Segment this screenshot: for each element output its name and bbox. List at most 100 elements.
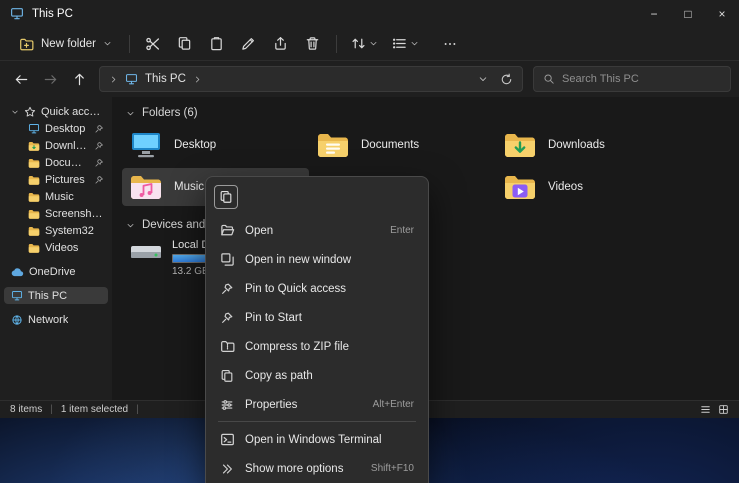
toolbar-divider bbox=[129, 35, 130, 53]
back-arrow-icon bbox=[14, 72, 29, 87]
this-pc-icon bbox=[125, 73, 138, 85]
view-toggles bbox=[700, 404, 729, 415]
cut-button[interactable] bbox=[138, 30, 168, 58]
forward-button[interactable] bbox=[37, 66, 64, 92]
share-button[interactable] bbox=[266, 30, 296, 58]
sidebar-item-downloads[interactable]: Downloads bbox=[4, 137, 108, 154]
search-input[interactable] bbox=[562, 73, 721, 85]
sidebar-item-label: Screenshots bbox=[45, 208, 104, 220]
chevron-down-icon bbox=[11, 108, 19, 116]
sidebar-item-desktop[interactable]: Desktop bbox=[4, 120, 108, 137]
toolbar-divider bbox=[336, 35, 337, 53]
menu-item-properties[interactable]: Properties Alt+Enter bbox=[211, 390, 423, 419]
sidebar-item-this-pc[interactable]: This PC bbox=[4, 287, 108, 304]
more-options-button[interactable] bbox=[435, 30, 465, 58]
new-folder-label: New folder bbox=[41, 38, 96, 50]
folder-tile-documents[interactable]: Documents bbox=[309, 126, 496, 164]
rename-button[interactable] bbox=[234, 30, 264, 58]
menu-item-open[interactable]: Open Enter bbox=[211, 216, 423, 245]
sidebar-item-label: OneDrive bbox=[29, 266, 75, 278]
folder-icon bbox=[28, 192, 40, 202]
sidebar-item-label: Desktop bbox=[45, 123, 85, 135]
close-button[interactable]: × bbox=[705, 0, 739, 27]
terminal-icon bbox=[219, 432, 235, 448]
pin-icon bbox=[219, 310, 235, 326]
hard-drive-icon bbox=[129, 238, 163, 268]
sidebar-item-videos[interactable]: Videos bbox=[4, 239, 108, 256]
selection-count: 1 item selected bbox=[61, 404, 128, 415]
sidebar-item-quick-access[interactable]: Quick access bbox=[4, 103, 108, 120]
folder-icon bbox=[28, 141, 40, 151]
sidebar-item-pictures[interactable]: Pictures bbox=[4, 171, 108, 188]
address-dropdown-icon[interactable] bbox=[478, 74, 488, 84]
search-box[interactable] bbox=[533, 66, 731, 92]
status-divider: | bbox=[136, 404, 139, 415]
pin-icon bbox=[94, 158, 104, 168]
folder-tile-videos[interactable]: Videos bbox=[496, 168, 683, 206]
new-folder-button[interactable]: New folder bbox=[10, 32, 121, 56]
scissors-icon bbox=[145, 36, 161, 52]
sidebar-item-network[interactable]: Network bbox=[4, 311, 108, 328]
sidebar-item-documents[interactable]: Documents bbox=[4, 154, 108, 171]
menu-item-copy-as-path[interactable]: Copy as path bbox=[211, 361, 423, 390]
desktop-icon bbox=[129, 130, 163, 160]
paste-button[interactable] bbox=[202, 30, 232, 58]
breadcrumb[interactable]: This PC bbox=[145, 73, 186, 85]
address-bar[interactable]: This PC bbox=[99, 66, 523, 92]
thumbnails-view-icon[interactable] bbox=[718, 404, 729, 415]
menu-separator bbox=[218, 421, 416, 422]
sidebar-item-system32[interactable]: System32 bbox=[4, 222, 108, 239]
menu-item-label: Open in new window bbox=[245, 254, 404, 266]
details-view-icon[interactable] bbox=[700, 404, 711, 415]
context-menu-icon-row bbox=[211, 182, 423, 216]
folder-tile-label: Music bbox=[174, 181, 204, 193]
sidebar-item-label: Pictures bbox=[45, 174, 85, 186]
folder-icon bbox=[28, 175, 40, 185]
pin-icon bbox=[94, 124, 104, 134]
folder-tile-downloads[interactable]: Downloads bbox=[496, 126, 683, 164]
refresh-icon[interactable] bbox=[500, 73, 513, 86]
videos-folder-icon bbox=[503, 172, 537, 202]
sidebar-item-label: This PC bbox=[28, 290, 67, 302]
network-globe-icon bbox=[11, 314, 23, 326]
delete-button[interactable] bbox=[298, 30, 328, 58]
sort-button[interactable] bbox=[345, 30, 384, 58]
copy-button[interactable] bbox=[170, 30, 200, 58]
copy-button[interactable] bbox=[214, 185, 238, 209]
search-icon bbox=[543, 73, 555, 85]
view-button[interactable] bbox=[386, 30, 425, 58]
menu-item-open-new-window[interactable]: Open in new window bbox=[211, 245, 423, 274]
menu-item-label: Open bbox=[245, 225, 380, 237]
maximize-button[interactable]: □ bbox=[671, 0, 705, 27]
menu-item-compress-zip[interactable]: Compress to ZIP file bbox=[211, 332, 423, 361]
folder-icon bbox=[28, 209, 40, 219]
sidebar-item-onedrive[interactable]: OneDrive bbox=[4, 263, 108, 280]
share-icon bbox=[273, 36, 288, 51]
folders-section-header[interactable]: Folders (6) bbox=[126, 107, 739, 119]
menu-item-label: Pin to Quick access bbox=[245, 283, 404, 295]
item-count: 8 items bbox=[10, 404, 42, 415]
folder-tile-label: Desktop bbox=[174, 139, 216, 151]
chevron-down-icon bbox=[103, 39, 112, 48]
folder-tile-desktop[interactable]: Desktop bbox=[122, 126, 309, 164]
command-bar: New folder bbox=[0, 27, 739, 61]
back-button[interactable] bbox=[8, 66, 35, 92]
menu-item-pin-start[interactable]: Pin to Start bbox=[211, 303, 423, 332]
chevron-down-icon bbox=[369, 39, 378, 48]
menu-item-pin-quick-access[interactable]: Pin to Quick access bbox=[211, 274, 423, 303]
chevron-down-icon bbox=[410, 39, 419, 48]
menu-item-shortcut: Alt+Enter bbox=[373, 399, 414, 410]
up-button[interactable] bbox=[66, 66, 93, 92]
menu-item-open-windows-terminal[interactable]: Open in Windows Terminal bbox=[211, 425, 423, 454]
sidebar-item-music[interactable]: Music bbox=[4, 188, 108, 205]
monitor-icon bbox=[11, 290, 23, 301]
copy-path-icon bbox=[219, 368, 235, 384]
sidebar-item-screenshots[interactable]: Screenshots bbox=[4, 205, 108, 222]
menu-item-shortcut: Shift+F10 bbox=[371, 463, 414, 474]
context-menu: Open Enter Open in new window Pin to Qui… bbox=[205, 176, 429, 483]
minimize-button[interactable]: − bbox=[637, 0, 671, 27]
folder-icon bbox=[28, 226, 40, 236]
this-pc-icon bbox=[10, 7, 24, 20]
copy-icon bbox=[219, 190, 233, 204]
menu-item-show-more-options[interactable]: Show more options Shift+F10 bbox=[211, 454, 423, 483]
